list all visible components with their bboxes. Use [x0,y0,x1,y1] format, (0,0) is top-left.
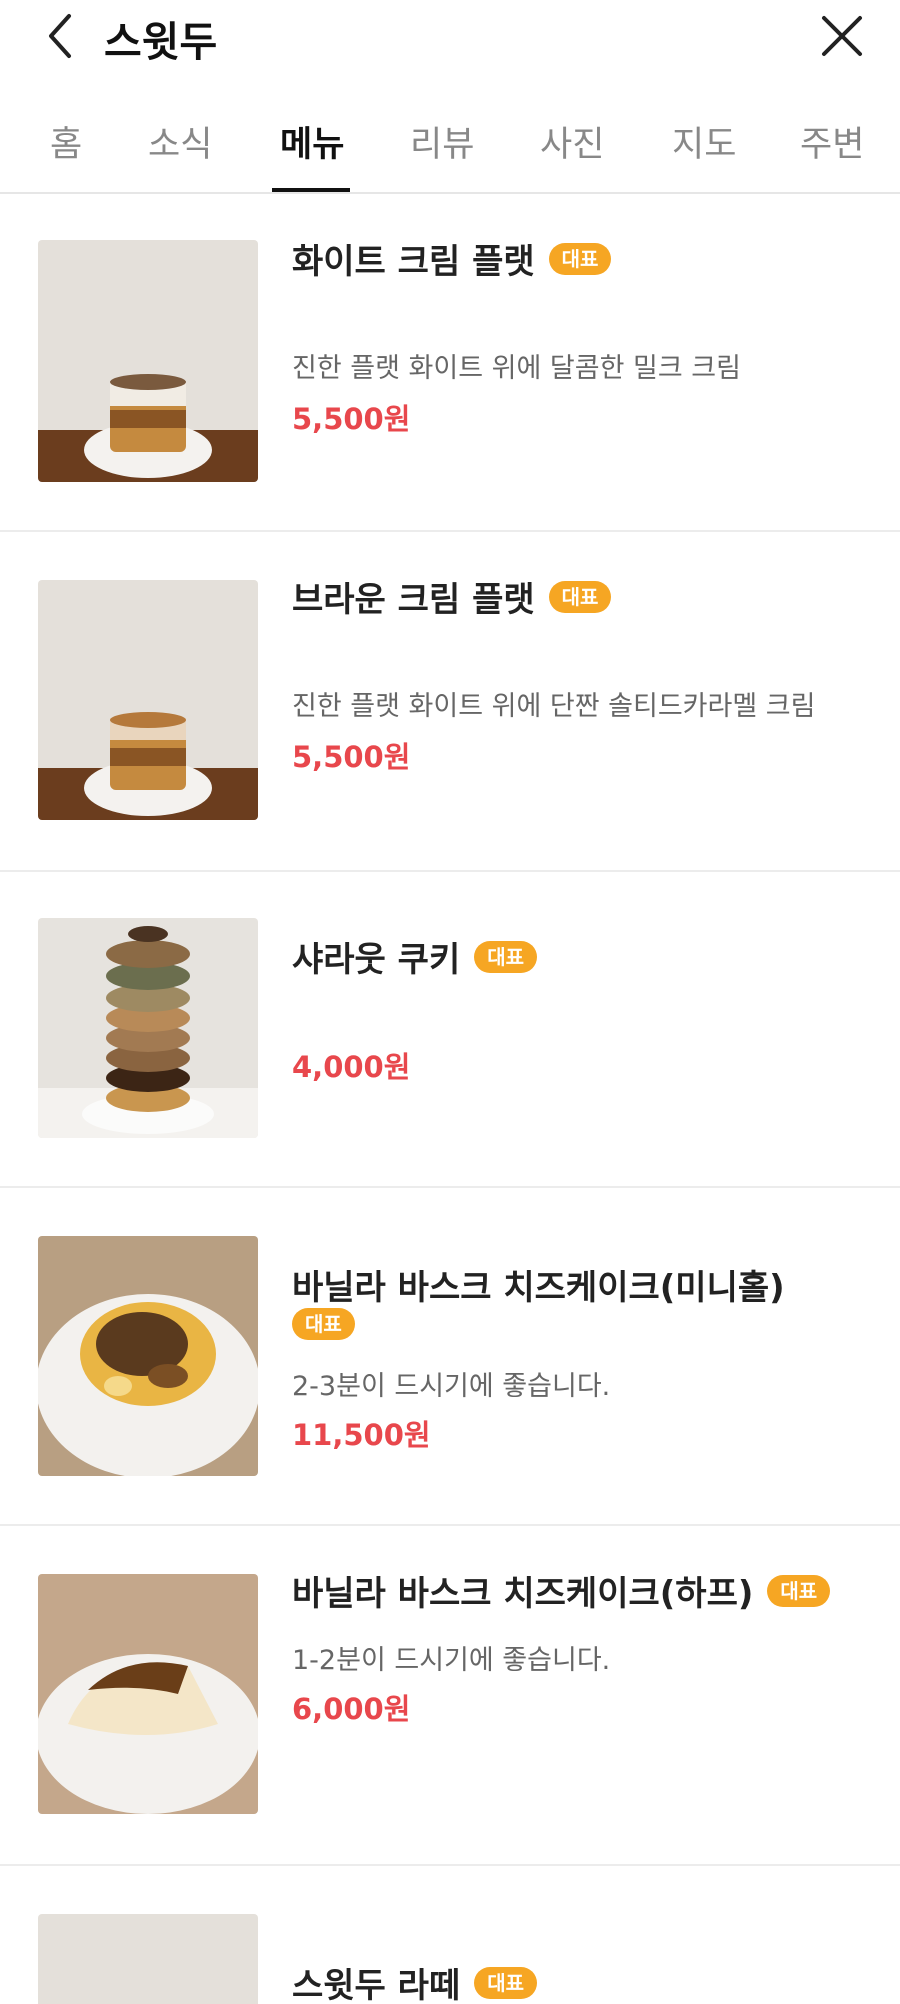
tab-reviews[interactable]: 리뷰 [410,116,474,167]
menu-item-description: 2-3분이 드시기에 좋습니다. [292,1371,611,1402]
tab-news[interactable]: 소식 [148,116,212,167]
menu-item-photo [38,240,258,482]
menu-item-price: 5,500원 [292,740,411,774]
tab-nearby[interactable]: 주변 [800,116,864,167]
menu-item-title-row: 바닐라 바스크 치즈케이크(하프) 대표 [292,1566,831,1615]
close-button[interactable] [816,10,868,62]
menu-item-price: 5,500원 [292,402,411,436]
top-bar: 스윗두 [0,0,900,82]
menu-item-photo [38,580,258,820]
signature-badge: 대표 [548,580,612,613]
menu-item-title-row: 바닐라 바스크 치즈케이크(미니홀) [292,1260,785,1309]
tab-menu[interactable]: 메뉴 [280,116,344,167]
menu-item-description: 진한 플랫 화이트 위에 단짠 솔티드카라멜 크림 [292,691,816,722]
menu-item-price: 6,000원 [292,1692,411,1726]
active-tab-indicator [272,188,350,192]
menu-item[interactable]: 샤라웃 쿠키 대표 4,000원 [0,872,900,1188]
signature-badge: 대표 [548,242,612,275]
menu-item-name: 스윗두 라떼 [292,1966,461,2004]
chevron-left-icon [49,14,71,58]
menu-item-name: 바닐라 바스크 치즈케이크(하프) [292,1574,754,1614]
signature-badge: 대표 [292,1308,355,1340]
page-title: 스윗두 [104,18,218,66]
menu-item-title-row: 스윗두 라떼 대표 [292,1958,538,2004]
menu-item-photo [38,1236,258,1476]
menu-item-title-row: 샤라웃 쿠키 대표 [292,932,538,981]
tab-bar: 홈 소식 메뉴 리뷰 사진 지도 주변 [0,100,900,194]
menu-item-price: 4,000원 [292,1050,411,1084]
signature-badge: 대표 [767,1574,831,1607]
close-icon [822,16,862,56]
back-button[interactable] [40,10,80,62]
menu-item-name: 브라운 크림 플랫 [292,580,535,620]
menu-item[interactable]: 바닐라 바스크 치즈케이크(미니홀) 대표 2-3분이 드시기에 좋습니다. 1… [0,1188,900,1526]
menu-item-name: 화이트 크림 플랫 [292,242,535,282]
menu-item-description: 1-2분이 드시기에 좋습니다. [292,1645,611,1676]
signature-badge: 대표 [474,1966,538,1999]
menu-item[interactable]: 바닐라 바스크 치즈케이크(하프) 대표 1-2분이 드시기에 좋습니다. 6,… [0,1526,900,1866]
menu-item-description: 진한 플랫 화이트 위에 달콤한 밀크 크림 [292,353,741,384]
signature-badge: 대표 [474,940,538,973]
menu-item-photo [38,1574,258,1814]
tab-map[interactable]: 지도 [672,116,736,167]
menu-item-photo [38,918,258,1138]
menu-item[interactable]: 스윗두 라떼 대표 [0,1866,900,2004]
tab-home[interactable]: 홈 [50,116,82,167]
menu-item-title-row: 브라운 크림 플랫 대표 [292,572,612,621]
menu-item-title-row: 화이트 크림 플랫 대표 [292,234,612,283]
menu-item-name: 바닐라 바스크 치즈케이크(미니홀) [292,1268,785,1308]
menu-item[interactable]: 브라운 크림 플랫 대표 진한 플랫 화이트 위에 단짠 솔티드카라멜 크림 5… [0,532,900,872]
menu-item-price: 11,500원 [292,1418,431,1452]
tab-photos[interactable]: 사진 [540,116,604,167]
menu-item-name: 샤라웃 쿠키 [292,940,461,980]
menu-item[interactable]: 화이트 크림 플랫 대표 진한 플랫 화이트 위에 달콤한 밀크 크림 5,50… [0,194,900,532]
menu-item-photo [38,1914,258,2004]
